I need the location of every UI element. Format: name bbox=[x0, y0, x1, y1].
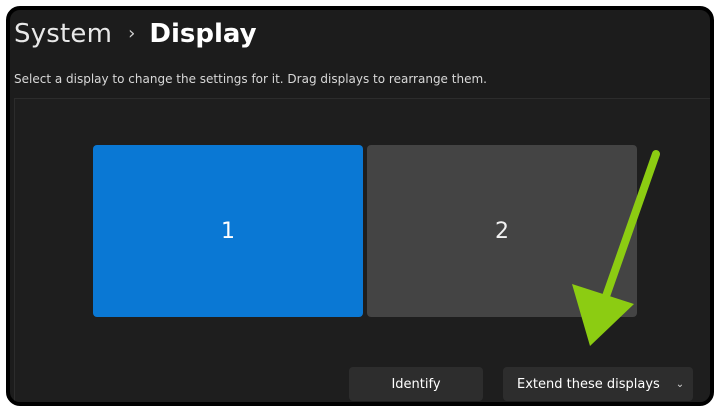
chevron-down-icon: ⌄ bbox=[675, 378, 685, 390]
monitor-1-label: 1 bbox=[221, 218, 235, 244]
instructions-text: Select a display to change the settings … bbox=[14, 72, 487, 86]
extend-displays-dropdown[interactable]: Extend these displays ⌄ bbox=[503, 367, 693, 401]
page-title: Display bbox=[149, 19, 257, 49]
monitor-1-tile[interactable]: 1 bbox=[93, 145, 363, 317]
extend-displays-label: Extend these displays bbox=[517, 376, 660, 392]
breadcrumb: System › Display bbox=[14, 14, 257, 54]
breadcrumb-system[interactable]: System bbox=[14, 19, 112, 49]
identify-button[interactable]: Identify bbox=[349, 367, 483, 401]
display-arrangement-panel: 1 2 Identify Extend these displays ⌄ bbox=[14, 98, 710, 402]
settings-window: System › Display Select a display to cha… bbox=[6, 6, 714, 406]
monitor-2-label: 2 bbox=[495, 218, 509, 244]
monitor-2-tile[interactable]: 2 bbox=[367, 145, 637, 317]
breadcrumb-separator: › bbox=[128, 22, 136, 44]
